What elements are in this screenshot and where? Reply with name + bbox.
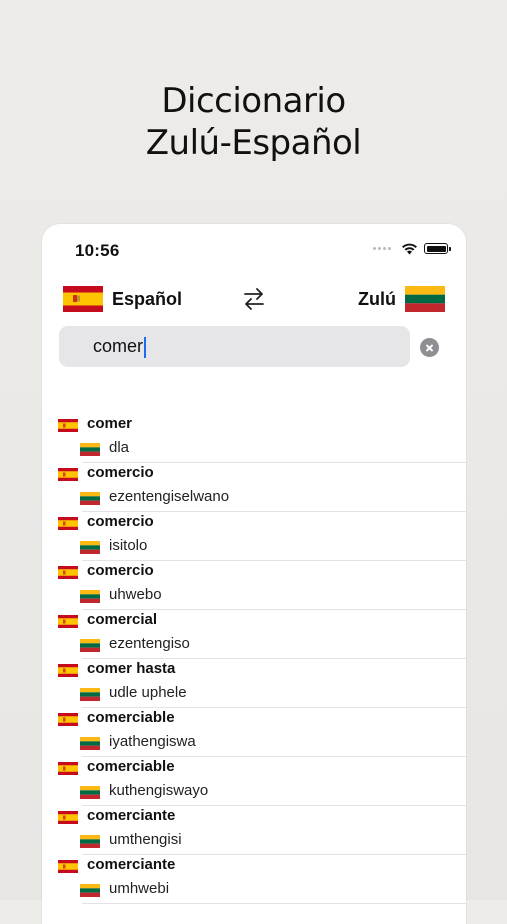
list-item[interactable]: comer hasta udle uphele: [58, 659, 466, 708]
promo-title: Diccionario Zulú-Español: [0, 80, 507, 164]
spain-flag-icon: [58, 811, 78, 824]
zulu-flag-icon: [80, 835, 100, 848]
swap-arrows-icon[interactable]: [242, 286, 266, 312]
list-item[interactable]: comercio ezentengiselwano: [58, 463, 466, 512]
text-caret: [144, 337, 146, 358]
source-word: comerciante: [87, 807, 176, 824]
zulu-flag-icon: [80, 541, 100, 554]
results-list: comer dla comercio ezentengiselwano come…: [42, 414, 466, 904]
spain-flag-icon[interactable]: [63, 286, 103, 312]
source-word: comercio: [87, 562, 154, 579]
zulu-flag-icon: [80, 688, 100, 701]
spain-flag-icon: [58, 713, 78, 726]
phone-screen: 10:56 Español Zulú comer comer dla comer…: [42, 224, 466, 924]
source-word: comer: [87, 415, 133, 432]
translation-word: dla: [109, 439, 130, 456]
signal-dots-icon: [373, 247, 391, 250]
spain-flag-icon: [58, 615, 78, 628]
translation-word: kuthengiswayo: [109, 782, 209, 799]
source-word: comer hasta: [87, 660, 176, 677]
list-item[interactable]: comercio uhwebo: [58, 561, 466, 610]
source-language-label[interactable]: Español: [112, 289, 182, 310]
spain-flag-icon: [58, 762, 78, 775]
promo-title-line-2: Zulú-Español: [145, 123, 362, 163]
status-icons: [373, 242, 451, 255]
translation-word: ezentengiselwano: [109, 488, 230, 505]
spain-flag-icon: [58, 419, 78, 432]
spain-flag-icon: [58, 860, 78, 873]
translation-word: uhwebo: [109, 586, 162, 603]
wifi-icon: [402, 243, 417, 255]
translation-word: umhwebi: [109, 880, 170, 897]
clear-icon[interactable]: [420, 338, 439, 357]
search-input[interactable]: [93, 326, 393, 367]
language-bar: Español Zulú: [42, 284, 466, 316]
zulu-flag-icon: [80, 492, 100, 505]
spain-flag-icon: [58, 468, 78, 481]
list-item[interactable]: comercial ezentengiso: [58, 610, 466, 659]
source-word: comerciable: [87, 709, 175, 726]
translation-word: ezentengiso: [109, 635, 190, 652]
translation-word: iyathengiswa: [109, 733, 196, 750]
source-word: comercio: [87, 513, 154, 530]
spain-flag-icon: [58, 664, 78, 677]
source-word: comerciable: [87, 758, 175, 775]
target-language-label[interactable]: Zulú: [358, 289, 396, 310]
spain-flag-icon: [58, 517, 78, 530]
list-item[interactable]: comerciante umhwebi: [58, 855, 466, 904]
zulu-flag-icon: [80, 590, 100, 603]
zulu-flag-icon: [80, 443, 100, 456]
spain-flag-icon: [58, 566, 78, 579]
promo-title-line-1: Diccionario: [161, 81, 346, 121]
translation-word: udle uphele: [109, 684, 187, 701]
list-item[interactable]: comerciante umthengisi: [58, 806, 466, 855]
zulu-flag-icon: [80, 786, 100, 799]
source-word: comerciante: [87, 856, 176, 873]
battery-icon: [424, 243, 451, 254]
list-item[interactable]: comer dla: [58, 414, 466, 463]
list-item[interactable]: comerciable kuthengiswayo: [58, 757, 466, 806]
zulu-flag-icon[interactable]: [405, 286, 445, 312]
list-item[interactable]: comercio isitolo: [58, 512, 466, 561]
list-item[interactable]: comerciable iyathengiswa: [58, 708, 466, 757]
translation-word: umthengisi: [109, 831, 182, 848]
source-word: comercial: [87, 611, 158, 628]
status-time: 10:56: [75, 241, 120, 260]
translation-word: isitolo: [109, 537, 148, 554]
search-field[interactable]: [59, 326, 410, 367]
zulu-flag-icon: [80, 737, 100, 750]
zulu-flag-icon: [80, 884, 100, 897]
zulu-flag-icon: [80, 639, 100, 652]
status-bar: 10:56: [42, 224, 466, 276]
source-word: comercio: [87, 464, 154, 481]
